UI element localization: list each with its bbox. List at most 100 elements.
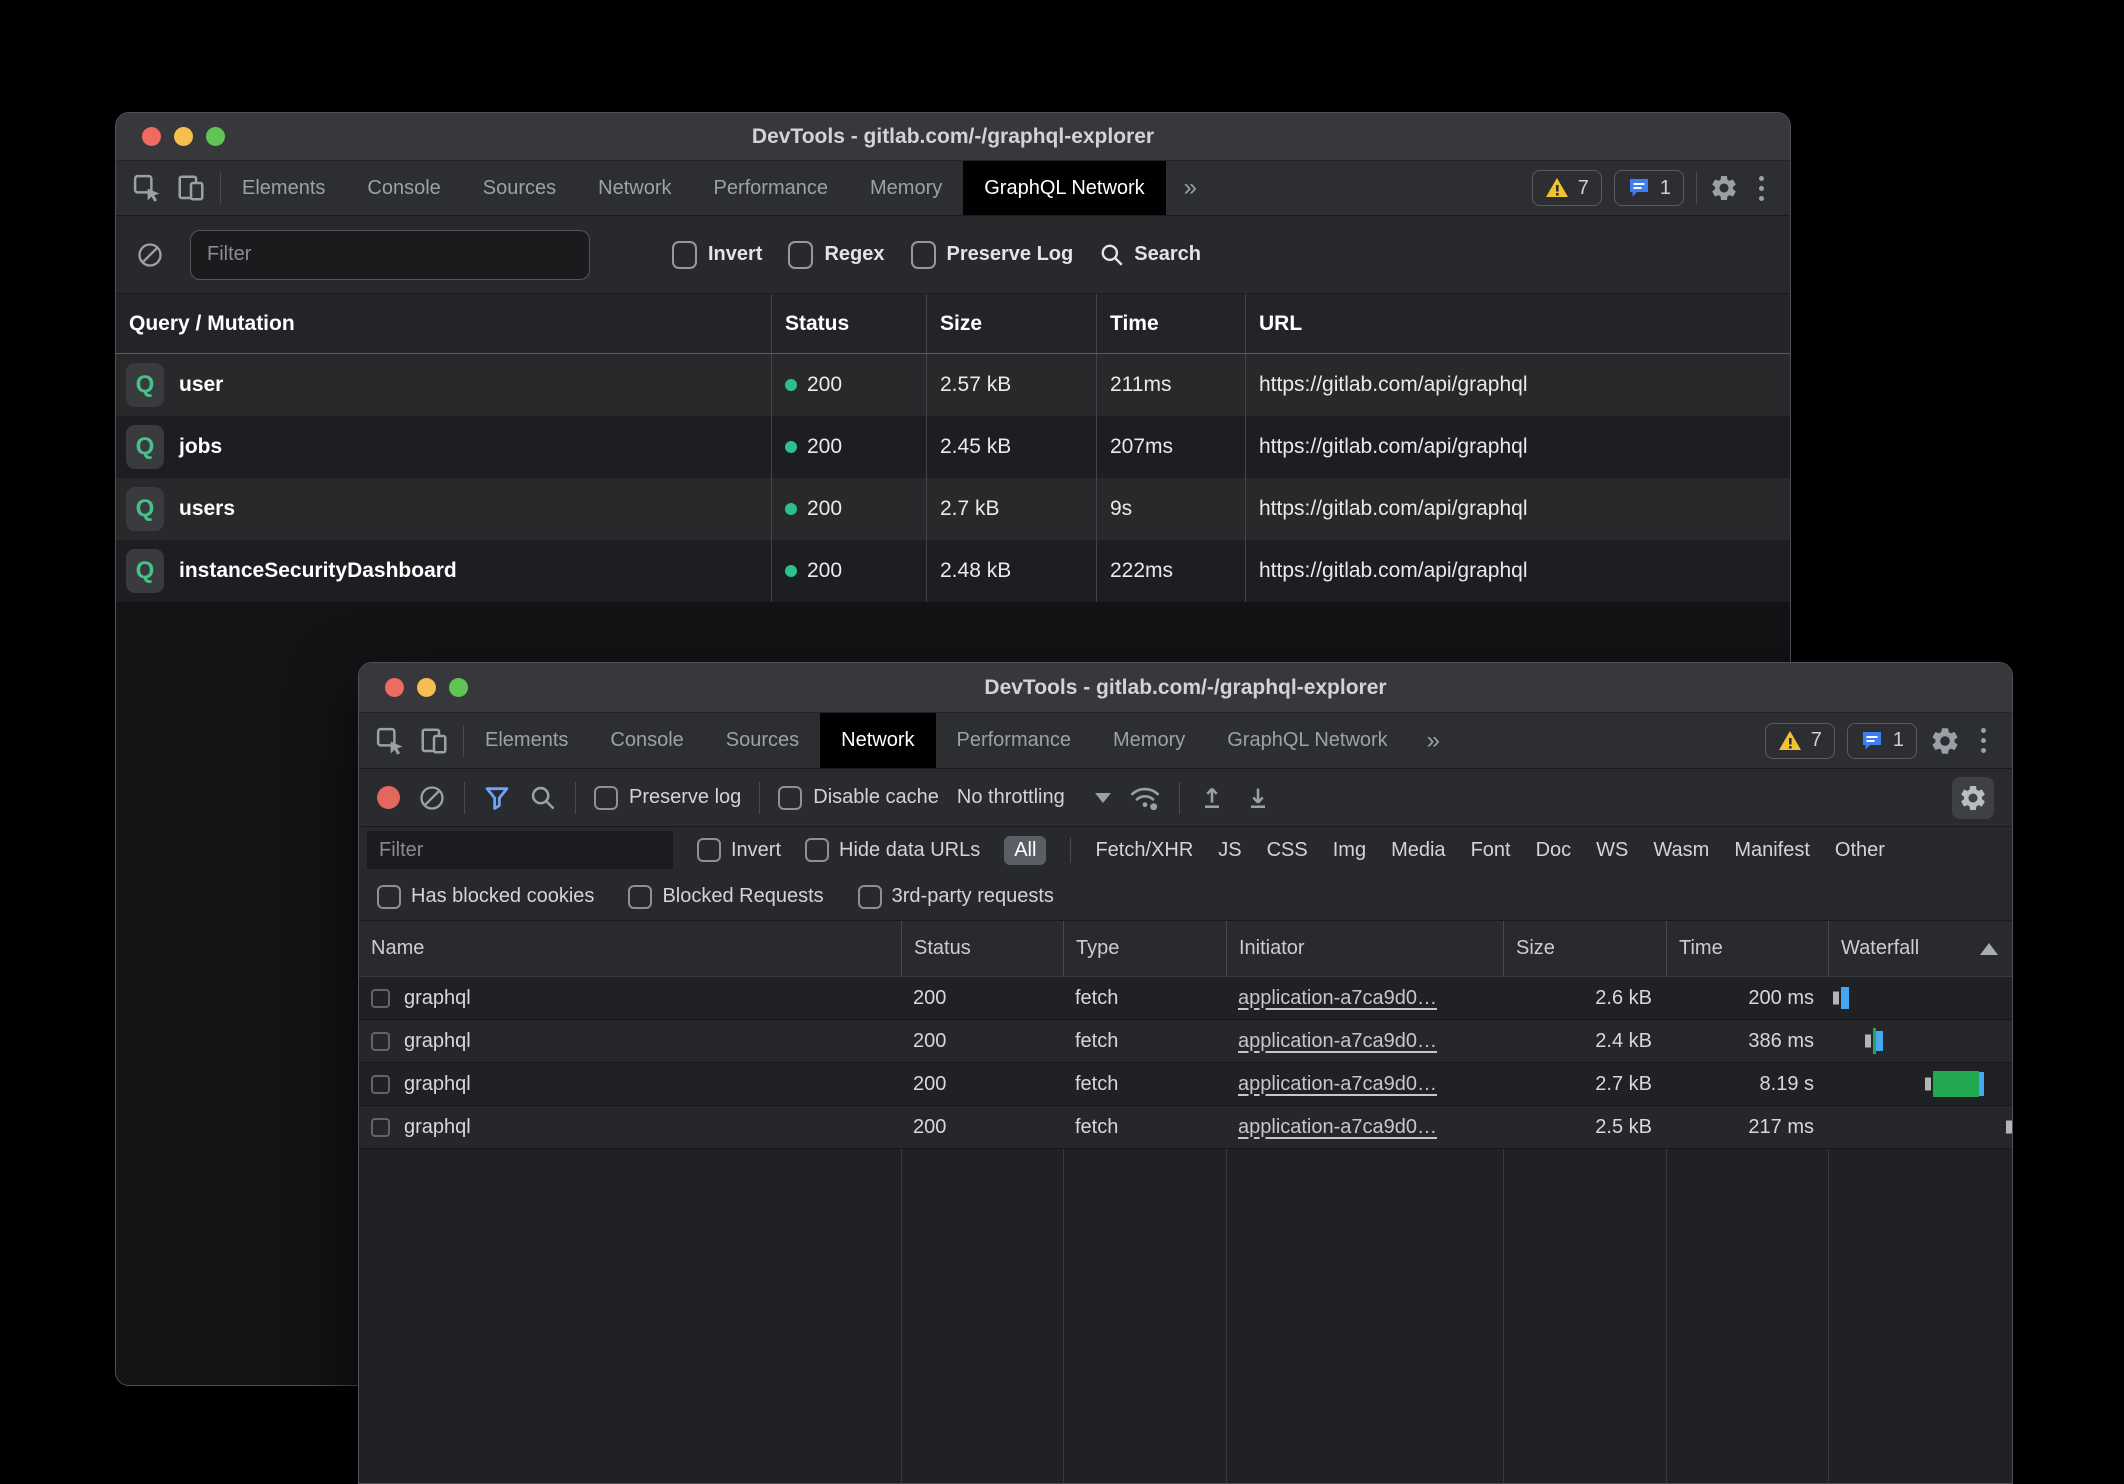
filter-funnel-icon[interactable] (483, 784, 511, 812)
table-row[interactable]: graphql 200 fetch application-a7ca9d0… 2… (359, 1020, 2012, 1063)
hide-data-urls-checkbox[interactable] (805, 838, 829, 862)
more-tabs-icon[interactable]: » (1409, 713, 1458, 768)
initiator-link[interactable]: application-a7ca9d0… (1238, 987, 1437, 1010)
network-filter-input[interactable] (367, 831, 673, 869)
disable-cache-checkbox[interactable] (778, 786, 802, 810)
import-har-icon[interactable] (1198, 784, 1226, 812)
column-header-size[interactable]: Size (1503, 921, 1666, 976)
preserve-log-checkbox[interactable] (594, 786, 618, 810)
table-row[interactable]: graphql 200 fetch application-a7ca9d0… 2… (359, 1106, 2012, 1149)
column-header-name[interactable]: Name (359, 921, 901, 976)
inspect-icon[interactable] (132, 173, 162, 203)
network-settings-gear-icon[interactable] (1952, 777, 1994, 819)
type-filter-img[interactable]: Img (1333, 839, 1366, 862)
tab-console[interactable]: Console (589, 713, 704, 768)
tab-console[interactable]: Console (346, 161, 461, 215)
regex-checkbox[interactable] (788, 241, 813, 269)
blocked-requests-checkbox[interactable] (628, 885, 652, 909)
type-filter-wasm[interactable]: Wasm (1653, 839, 1709, 862)
type-filter-other[interactable]: Other (1835, 839, 1885, 862)
row-checkbox[interactable] (371, 1118, 390, 1137)
tab-elements[interactable]: Elements (464, 713, 589, 768)
issues-badge[interactable]: 1 (1847, 723, 1917, 759)
settings-gear-icon[interactable] (1709, 173, 1739, 203)
column-header-waterfall[interactable]: Waterfall (1828, 921, 2012, 976)
table-row[interactable]: graphql 200 fetch application-a7ca9d0… 2… (359, 1063, 2012, 1106)
column-header-url[interactable]: URL (1245, 294, 1790, 353)
export-har-icon[interactable] (1244, 784, 1272, 812)
type-filter-manifest[interactable]: Manifest (1734, 839, 1810, 862)
throttling-dropdown[interactable]: No throttling (957, 786, 1111, 809)
row-checkbox[interactable] (371, 1032, 390, 1051)
type-filter-ws[interactable]: WS (1596, 839, 1628, 862)
kebab-menu-icon[interactable] (1751, 176, 1772, 201)
record-button[interactable] (377, 786, 400, 809)
third-party-requests-group: 3rd-party requests (858, 885, 1054, 909)
tab-sources[interactable]: Sources (705, 713, 820, 768)
column-header-time[interactable]: Time (1096, 294, 1245, 353)
search-group[interactable]: Search (1099, 242, 1201, 268)
column-header-status[interactable]: Status (901, 921, 1063, 976)
inspect-icon[interactable] (375, 726, 405, 756)
tab-sources[interactable]: Sources (462, 161, 577, 215)
search-icon[interactable] (529, 784, 557, 812)
tab-performance[interactable]: Performance (693, 161, 850, 215)
initiator-link[interactable]: application-a7ca9d0… (1238, 1030, 1437, 1053)
invert-checkbox[interactable] (697, 838, 721, 862)
type-filter-css[interactable]: CSS (1267, 839, 1308, 862)
type-filter-fetch-xhr[interactable]: Fetch/XHR (1095, 839, 1193, 862)
table-row[interactable]: QinstanceSecurityDashboard 200 2.48 kB 2… (116, 540, 1790, 602)
tab-network[interactable]: Network (577, 161, 692, 215)
tab-elements[interactable]: Elements (221, 161, 346, 215)
row-checkbox[interactable] (371, 1075, 390, 1094)
minimize-button[interactable] (174, 127, 193, 146)
third-party-requests-checkbox[interactable] (858, 885, 882, 909)
column-header-type[interactable]: Type (1063, 921, 1226, 976)
network-conditions-icon[interactable] (1129, 782, 1161, 814)
more-tabs-icon[interactable]: » (1166, 161, 1215, 215)
invert-checkbox[interactable] (672, 241, 697, 269)
initiator-link[interactable]: application-a7ca9d0… (1238, 1073, 1437, 1096)
minimize-button[interactable] (417, 678, 436, 697)
table-row[interactable]: graphql 200 fetch application-a7ca9d0… 2… (359, 977, 2012, 1020)
table-row[interactable]: Qusers 200 2.7 kB 9s https://gitlab.com/… (116, 478, 1790, 540)
titlebar[interactable]: DevTools - gitlab.com/-/graphql-explorer (116, 113, 1790, 161)
column-header-status[interactable]: Status (771, 294, 926, 353)
clear-icon[interactable] (418, 784, 446, 812)
zoom-button[interactable] (449, 678, 468, 697)
tab-graphql-network[interactable]: GraphQL Network (963, 161, 1165, 215)
tab-memory[interactable]: Memory (1092, 713, 1206, 768)
tab-performance[interactable]: Performance (936, 713, 1093, 768)
type-filter-doc[interactable]: Doc (1536, 839, 1572, 862)
settings-gear-icon[interactable] (1929, 725, 1961, 757)
column-header-size[interactable]: Size (926, 294, 1096, 353)
zoom-button[interactable] (206, 127, 225, 146)
clear-icon[interactable] (136, 241, 164, 269)
table-row[interactable]: Quser 200 2.57 kB 211ms https://gitlab.c… (116, 354, 1790, 416)
warnings-badge[interactable]: 7 (1765, 723, 1835, 759)
column-header-initiator[interactable]: Initiator (1226, 921, 1503, 976)
tab-graphql-network[interactable]: GraphQL Network (1206, 713, 1408, 768)
tab-network[interactable]: Network (820, 713, 935, 768)
device-toolbar-icon[interactable] (419, 726, 449, 756)
initiator-link[interactable]: application-a7ca9d0… (1238, 1116, 1437, 1139)
preserve-log-checkbox[interactable] (911, 241, 936, 269)
close-button[interactable] (385, 678, 404, 697)
kebab-menu-icon[interactable] (1973, 728, 1994, 753)
column-header-time[interactable]: Time (1666, 921, 1828, 976)
type-filter-font[interactable]: Font (1471, 839, 1511, 862)
device-toolbar-icon[interactable] (176, 173, 206, 203)
has-blocked-cookies-checkbox[interactable] (377, 885, 401, 909)
close-button[interactable] (142, 127, 161, 146)
row-checkbox[interactable] (371, 989, 390, 1008)
filter-input[interactable] (190, 230, 590, 280)
column-header-query-mutation[interactable]: Query / Mutation (116, 294, 771, 353)
titlebar[interactable]: DevTools - gitlab.com/-/graphql-explorer (359, 663, 2012, 713)
type-filter-js[interactable]: JS (1218, 839, 1241, 862)
type-filter-all[interactable]: All (1004, 836, 1046, 865)
issues-badge[interactable]: 1 (1614, 170, 1684, 206)
warnings-badge[interactable]: 7 (1532, 170, 1602, 206)
tab-memory[interactable]: Memory (849, 161, 963, 215)
table-row[interactable]: Qjobs 200 2.45 kB 207ms https://gitlab.c… (116, 416, 1790, 478)
type-filter-media[interactable]: Media (1391, 839, 1445, 862)
